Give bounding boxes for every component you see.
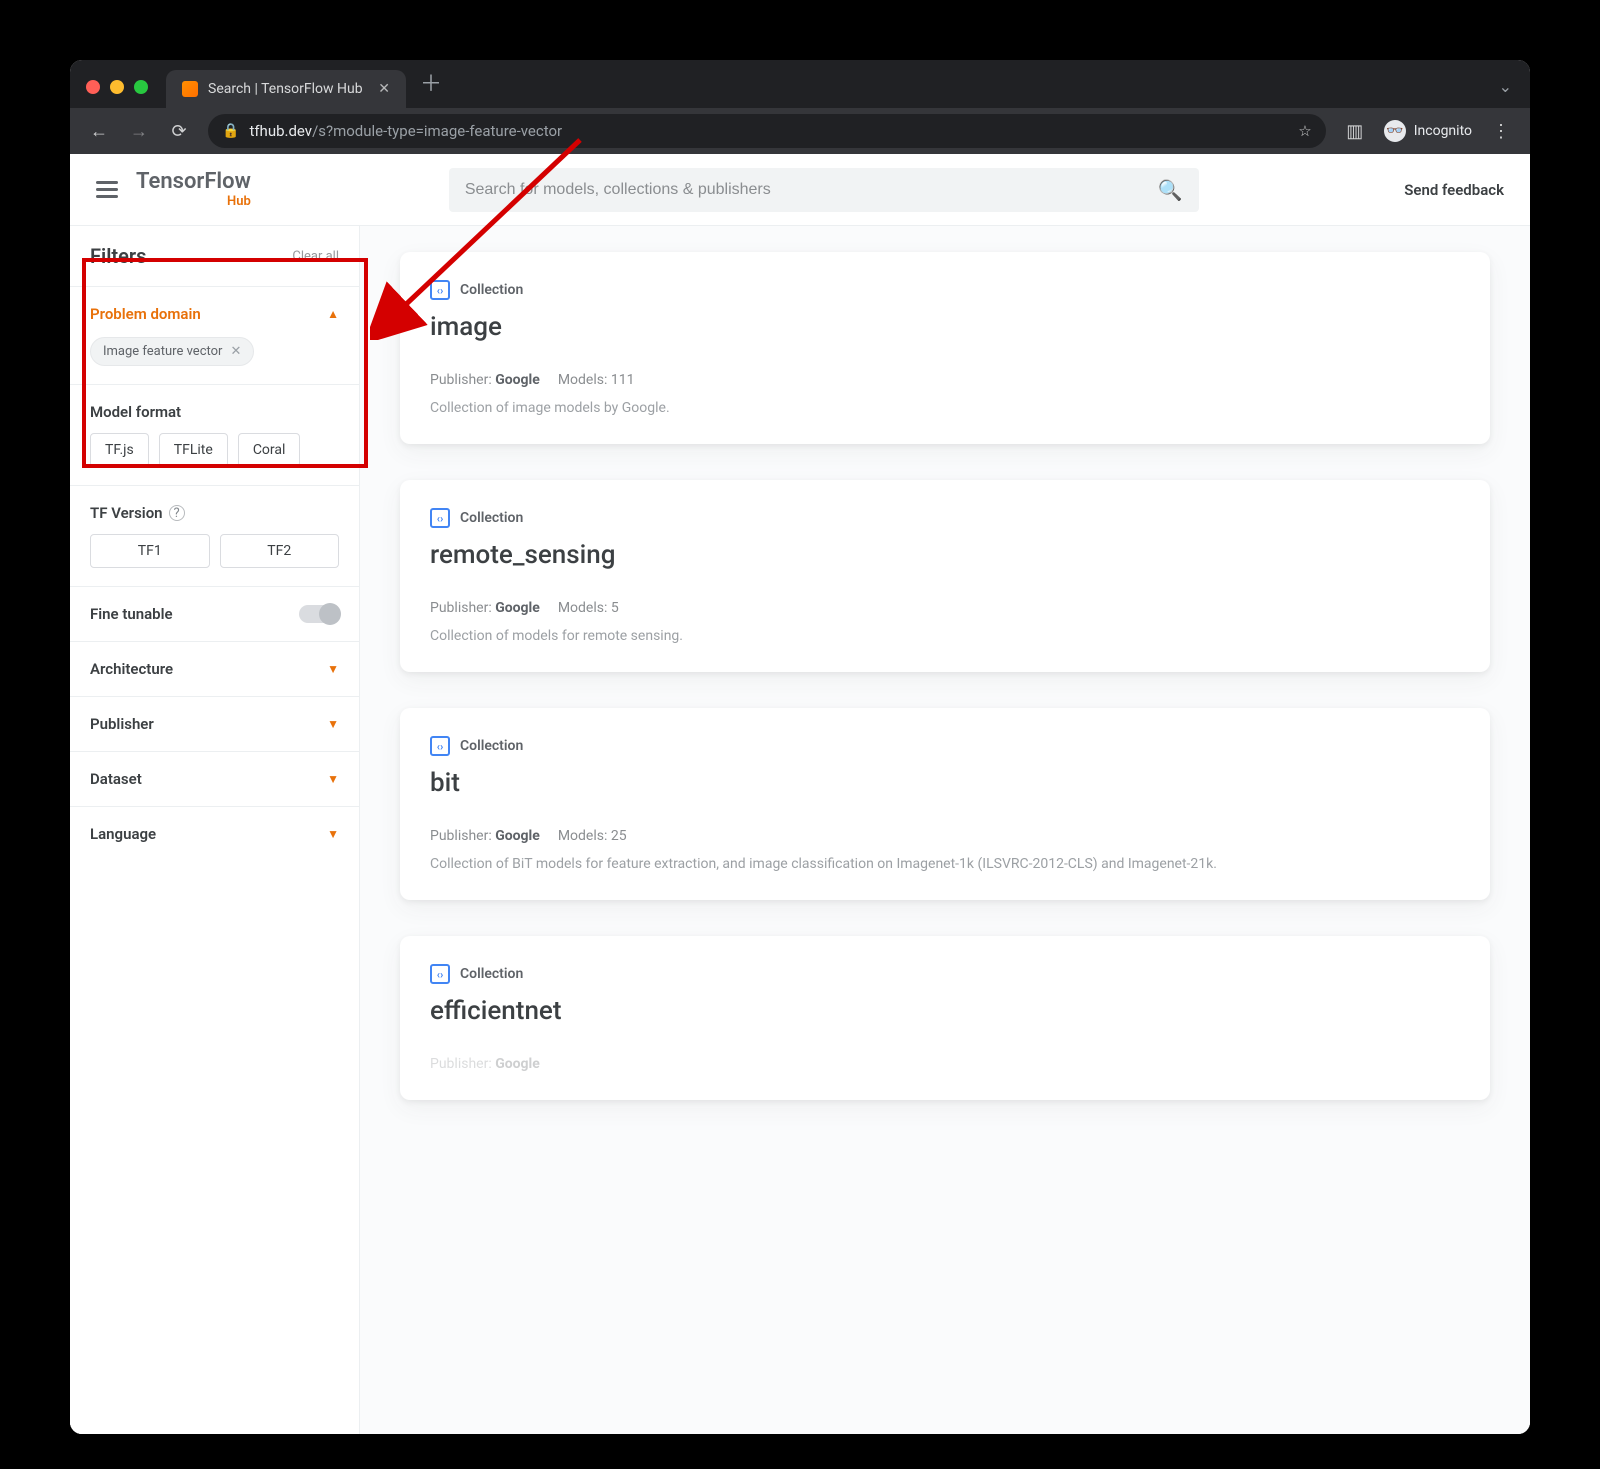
bookmark-icon[interactable]: ☆ (1298, 122, 1311, 140)
logo-sub: Hub (227, 195, 251, 208)
filters-sidebar: Filters Clear all Problem domain ▲ Image… (70, 226, 360, 1434)
filter-chip-image-feature-vector[interactable]: Image feature vector ✕ (90, 337, 254, 366)
tabs-menu-icon[interactable]: ⌄ (1489, 77, 1522, 108)
card-model-count: 5 (611, 600, 619, 616)
browser-tab[interactable]: Search | TensorFlow Hub ✕ (166, 70, 406, 108)
incognito-icon: 👓 (1384, 120, 1406, 142)
window-close-icon[interactable] (86, 80, 100, 94)
window-zoom-icon[interactable] (134, 80, 148, 94)
filter-architecture[interactable]: Architecture ▼ (70, 642, 359, 697)
search-icon[interactable]: 🔍 (1158, 178, 1183, 202)
card-title: remote_sensing (430, 540, 1460, 570)
filter-label: Model format (90, 403, 339, 421)
chevron-down-icon: ▼ (327, 717, 339, 731)
chevron-down-icon: ▼ (327, 662, 339, 676)
incognito-indicator: 👓 Incognito (1378, 120, 1478, 142)
card-tag: Collection (460, 738, 523, 754)
collection-icon: ‹› (430, 964, 450, 984)
search-input[interactable] (465, 181, 1158, 199)
nav-back-button[interactable]: ← (82, 114, 116, 148)
card-model-count: 111 (611, 372, 635, 388)
result-card[interactable]: ‹› Collection efficientnet Publisher: Go… (400, 936, 1490, 1100)
results-list: ‹› Collection image Publisher: Google Mo… (360, 226, 1530, 1434)
collection-icon: ‹› (430, 508, 450, 528)
card-description: Collection of image models by Google. (430, 400, 1460, 416)
help-icon[interactable]: ? (169, 505, 185, 521)
card-title: bit (430, 768, 1460, 798)
filter-problem-domain[interactable]: Problem domain ▲ Image feature vector ✕ (70, 287, 359, 385)
nav-reload-button[interactable]: ⟳ (162, 114, 196, 148)
nav-forward-button[interactable]: → (122, 114, 156, 148)
filter-label: Language (90, 825, 156, 843)
filter-tf-version: TF Version ? TF1 TF2 (70, 486, 359, 587)
chip-remove-icon[interactable]: ✕ (230, 344, 241, 359)
filter-fine-tunable: Fine tunable (70, 587, 359, 642)
card-title: efficientnet (430, 996, 1460, 1026)
tab-close-icon[interactable]: ✕ (378, 81, 390, 97)
window-controls (86, 80, 148, 94)
page-body: Filters Clear all Problem domain ▲ Image… (70, 226, 1530, 1434)
tab-title: Search | TensorFlow Hub (208, 81, 363, 97)
chevron-down-icon: ▼ (327, 827, 339, 841)
result-card[interactable]: ‹› Collection image Publisher: Google Mo… (400, 252, 1490, 444)
tf2-button[interactable]: TF2 (220, 534, 340, 568)
filter-label: Publisher (90, 715, 154, 733)
filter-dataset[interactable]: Dataset ▼ (70, 752, 359, 807)
hamburger-menu-button[interactable] (96, 181, 118, 198)
card-publisher: Google (495, 372, 540, 388)
format-tfjs-button[interactable]: TF.js (90, 433, 149, 467)
address-bar[interactable]: 🔒 tfhub.dev/s?module-type=image-feature-… (208, 114, 1326, 148)
page: TensorFlow Hub 🔍 Send feedback Filters C… (70, 154, 1530, 1434)
logo-main: TensorFlow (136, 171, 251, 193)
filter-label: Architecture (90, 660, 173, 678)
format-coral-button[interactable]: Coral (238, 433, 301, 467)
card-publisher: Google (495, 1056, 540, 1072)
format-tflite-button[interactable]: TFLite (159, 433, 228, 467)
card-title: image (430, 312, 1460, 342)
card-tag: Collection (460, 510, 523, 526)
tab-favicon-icon (182, 81, 198, 97)
new-tab-button[interactable]: ＋ (406, 66, 456, 108)
filters-title: Filters (90, 244, 146, 268)
url-domain: tfhub.dev (249, 122, 312, 140)
collection-icon: ‹› (430, 280, 450, 300)
filter-label: TF Version (90, 504, 163, 522)
chevron-up-icon: ▲ (327, 307, 339, 321)
fine-tunable-toggle[interactable] (299, 605, 339, 623)
card-publisher: Google (495, 828, 540, 844)
send-feedback-link[interactable]: Send feedback (1404, 181, 1504, 199)
collection-icon: ‹› (430, 736, 450, 756)
card-tag: Collection (460, 966, 523, 982)
browser-menu-icon[interactable]: ⋮ (1484, 114, 1518, 148)
filter-label: Problem domain (90, 305, 201, 323)
incognito-label: Incognito (1414, 123, 1472, 139)
browser-toolbar: ← → ⟳ 🔒 tfhub.dev/s?module-type=image-fe… (70, 108, 1530, 154)
filter-language[interactable]: Language ▼ (70, 807, 359, 861)
card-description: Collection of BiT models for feature ext… (430, 856, 1460, 872)
chevron-down-icon: ▼ (327, 772, 339, 786)
page-header: TensorFlow Hub 🔍 Send feedback (70, 154, 1530, 226)
browser-window: Search | TensorFlow Hub ✕ ＋ ⌄ ← → ⟳ 🔒 tf… (70, 60, 1530, 1434)
card-model-count: 25 (611, 828, 627, 844)
logo[interactable]: TensorFlow Hub (136, 171, 251, 208)
result-card[interactable]: ‹› Collection bit Publisher: Google Mode… (400, 708, 1490, 900)
window-minimize-icon[interactable] (110, 80, 124, 94)
chip-label: Image feature vector (103, 344, 222, 359)
filter-publisher[interactable]: Publisher ▼ (70, 697, 359, 752)
lock-icon: 🔒 (222, 123, 239, 139)
search-box[interactable]: 🔍 (449, 168, 1199, 212)
filter-label: Fine tunable (90, 605, 173, 623)
card-tag: Collection (460, 282, 523, 298)
filter-model-format: Model format TF.js TFLite Coral (70, 385, 359, 486)
url-path: /s?module-type=image-feature-vector (312, 122, 562, 140)
extensions-icon[interactable]: ▥ (1338, 114, 1372, 148)
tf1-button[interactable]: TF1 (90, 534, 210, 568)
clear-all-button[interactable]: Clear all (292, 249, 339, 264)
card-publisher: Google (495, 600, 540, 616)
result-card[interactable]: ‹› Collection remote_sensing Publisher: … (400, 480, 1490, 672)
card-description: Collection of models for remote sensing. (430, 628, 1460, 644)
browser-tabbar: Search | TensorFlow Hub ✕ ＋ ⌄ (70, 60, 1530, 108)
filter-label: Dataset (90, 770, 142, 788)
